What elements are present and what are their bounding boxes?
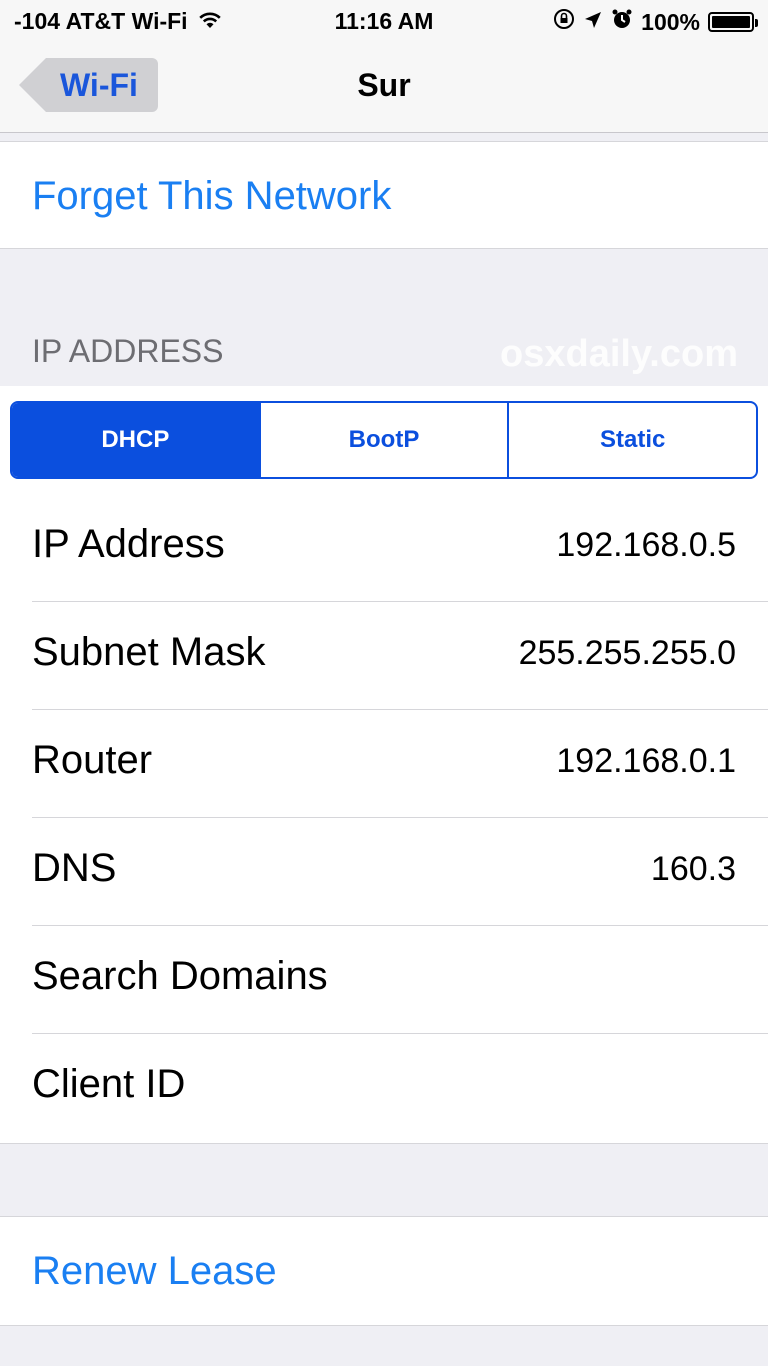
row-value: 192.168.0.5 — [556, 526, 736, 564]
renew-lease-group: Renew Lease — [0, 1216, 768, 1326]
segment-dhcp[interactable]: DHCP — [12, 403, 261, 477]
row-value: 255.255.255.0 — [518, 634, 736, 672]
row-label: Router — [32, 738, 153, 782]
back-button-label: Wi-Fi — [60, 66, 138, 103]
status-bar: -104 AT&T Wi-Fi 11:16 AM 100% — [0, 0, 768, 40]
forget-network-group: Forget This Network — [0, 141, 768, 249]
subnet-mask-row: Subnet Mask 255.255.255.0 — [0, 602, 768, 710]
router-row: Router 192.168.0.1 — [0, 710, 768, 818]
navigation-bar: Wi-Fi Sur — [0, 40, 768, 133]
ip-mode-segmented-control: DHCP BootP Static — [10, 401, 758, 479]
row-value: 160.3 — [650, 850, 736, 888]
alarm-icon — [611, 8, 633, 36]
dns-row[interactable]: DNS 160.3 — [0, 818, 768, 926]
battery-percent: 100% — [641, 8, 700, 35]
status-right: 100% — [553, 8, 758, 36]
battery-icon — [708, 12, 758, 32]
segment-static[interactable]: Static — [509, 403, 756, 477]
segment-bootp[interactable]: BootP — [261, 403, 510, 477]
row-label: DNS — [32, 846, 117, 890]
forget-network-button[interactable]: Forget This Network — [32, 174, 391, 219]
row-label: Search Domains — [32, 954, 328, 998]
watermark: osxdaily.com — [500, 333, 738, 375]
row-value: 192.168.0.1 — [556, 742, 736, 780]
row-label: IP Address — [32, 522, 225, 566]
ip-address-section-header: IP ADDRESS — [32, 333, 224, 369]
client-id-row[interactable]: Client ID — [0, 1034, 768, 1142]
renew-lease-button[interactable]: Renew Lease — [32, 1249, 277, 1294]
search-domains-row[interactable]: Search Domains — [0, 926, 768, 1034]
ip-address-row: IP Address 192.168.0.5 — [0, 494, 768, 602]
row-label: Subnet Mask — [32, 630, 266, 674]
row-label: Client ID — [32, 1062, 186, 1106]
rotation-lock-icon — [553, 8, 575, 36]
location-icon — [583, 9, 603, 36]
